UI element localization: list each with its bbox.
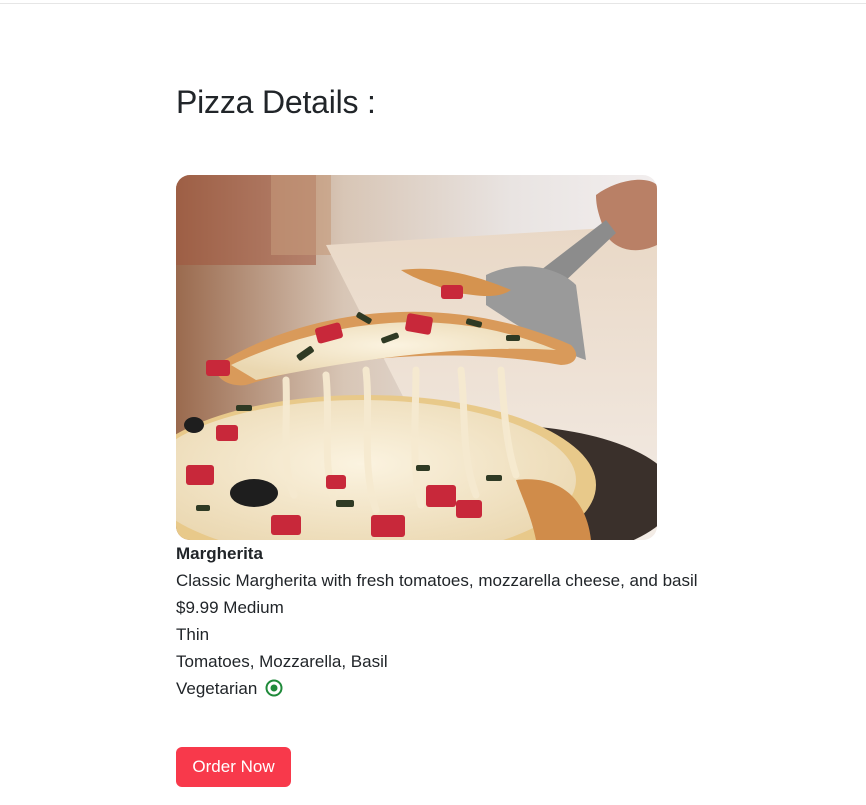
top-divider: [0, 3, 866, 4]
pizza-name: Margherita: [176, 544, 263, 563]
diet-label: Vegetarian: [176, 679, 258, 698]
pizza-toppings: Tomatoes, Mozzarella, Basil: [176, 652, 388, 671]
pizza-crust: Thin: [176, 625, 210, 644]
pizza-info: Margherita Classic Margherita with fresh…: [176, 540, 698, 702]
diet-line: Vegetarian: [176, 675, 698, 702]
veg-indicator-icon: [265, 678, 283, 705]
pizza-photo: [176, 175, 657, 540]
price-size-line: $9.99 Medium: [176, 594, 698, 621]
pizza-description: Classic Margherita with fresh tomatoes, …: [176, 571, 698, 590]
pizza-price: $9.99: [176, 598, 219, 617]
page-title: Pizza Details :: [176, 84, 376, 120]
pizza-size: Medium: [223, 598, 284, 617]
order-now-button[interactable]: Order Now: [176, 747, 291, 787]
